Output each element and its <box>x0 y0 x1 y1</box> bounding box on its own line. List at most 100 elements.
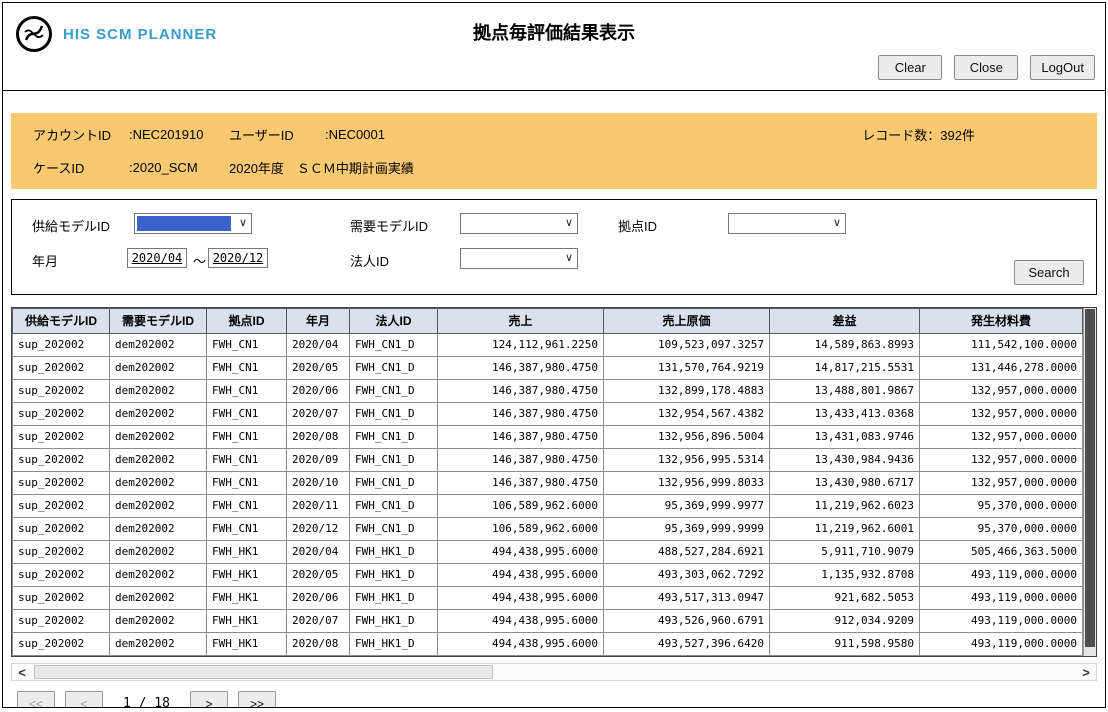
table-cell: 132,957,000.0000 <box>920 472 1083 495</box>
table-cell: 505,466,363.5000 <box>920 541 1083 564</box>
vertical-scrollbar-thumb[interactable] <box>1085 309 1095 647</box>
yearmonth-from-input[interactable] <box>127 248 187 268</box>
selected-option-highlight <box>137 216 231 231</box>
chevron-down-icon: ∨ <box>565 251 573 266</box>
table-cell: 493,119,000.0000 <box>920 633 1083 656</box>
site-id-select[interactable]: ∨ <box>728 213 846 234</box>
table-cell: FWH_CN1 <box>207 449 287 472</box>
close-button[interactable]: Close <box>954 55 1018 80</box>
table-cell: 493,517,313.0947 <box>604 587 770 610</box>
table-cell: FWH_HK1 <box>207 633 287 656</box>
supply-model-select[interactable]: ∨ <box>134 213 252 234</box>
table-cell: 494,438,995.6000 <box>438 610 604 633</box>
demand-model-select[interactable]: ∨ <box>460 213 578 234</box>
table-cell: 106,589,962.6000 <box>438 518 604 541</box>
table-row: sup_202002dem202002FWH_CN12020/04FWH_CN1… <box>13 334 1083 357</box>
first-page-button[interactable]: << <box>17 691 55 708</box>
table-row: sup_202002dem202002FWH_CN12020/08FWH_CN1… <box>13 426 1083 449</box>
column-header: 年月 <box>287 309 350 334</box>
table-cell: 132,956,896.5004 <box>604 426 770 449</box>
case-id-value: :2020_SCM <box>129 160 229 175</box>
table-cell: FWH_CN1 <box>207 403 287 426</box>
horizontal-scrollbar-thumb[interactable] <box>34 665 493 679</box>
table-cell: 132,899,178.4883 <box>604 380 770 403</box>
table-cell: 494,438,995.6000 <box>438 587 604 610</box>
table-cell: 2020/09 <box>287 449 350 472</box>
table-cell: dem202002 <box>110 633 207 656</box>
table-cell: 13,430,984.9436 <box>770 449 920 472</box>
column-header: 需要モデルID <box>110 309 207 334</box>
header: HIS SCM PLANNER 拠点毎評価結果表示 Clear Close Lo… <box>3 3 1105 91</box>
results-table: 供給モデルID需要モデルID拠点ID年月法人ID売上売上原価差益発生材料費 su… <box>12 308 1083 656</box>
table-cell: 95,369,999.9999 <box>604 518 770 541</box>
table-cell: 493,303,062.7292 <box>604 564 770 587</box>
page-title: 拠点毎評価結果表示 <box>3 19 1105 45</box>
table-cell: 911,598.9580 <box>770 633 920 656</box>
table-cell: FWH_CN1_D <box>350 518 438 541</box>
table-cell: sup_202002 <box>13 495 110 518</box>
table-cell: 493,119,000.0000 <box>920 587 1083 610</box>
table-cell: FWH_HK1 <box>207 610 287 633</box>
table-cell: 146,387,980.4750 <box>438 357 604 380</box>
table-cell: sup_202002 <box>13 541 110 564</box>
horizontal-scrollbar-track[interactable] <box>32 664 1076 680</box>
table-cell: FWH_CN1 <box>207 518 287 541</box>
yearmonth-to-input[interactable] <box>208 248 268 268</box>
table-cell: 2020/04 <box>287 334 350 357</box>
table-cell: 2020/04 <box>287 541 350 564</box>
table-cell: 2020/07 <box>287 403 350 426</box>
scroll-left-icon[interactable]: < <box>12 665 32 680</box>
table-cell: 131,446,278.0000 <box>920 357 1083 380</box>
table-cell: 2020/10 <box>287 472 350 495</box>
table-cell: 109,523,097.3257 <box>604 334 770 357</box>
yearmonth-separator: ～ <box>193 251 206 270</box>
table-cell: 14,817,215.5531 <box>770 357 920 380</box>
table-cell: dem202002 <box>110 472 207 495</box>
table-cell: 132,957,000.0000 <box>920 449 1083 472</box>
account-id-value: :NEC201910 <box>129 127 229 142</box>
table-cell: 146,387,980.4750 <box>438 380 604 403</box>
record-count: レコード数：392件 <box>862 125 975 144</box>
header-buttons: Clear Close LogOut <box>878 55 1095 80</box>
chevron-down-icon: ∨ <box>239 216 247 231</box>
table-cell: FWH_HK1 <box>207 587 287 610</box>
table-row: sup_202002dem202002FWH_HK12020/06FWH_HK1… <box>13 587 1083 610</box>
table-cell: 111,542,100.0000 <box>920 334 1083 357</box>
table-horizontal-scrollbar[interactable]: < > <box>11 663 1097 681</box>
table-cell: FWH_CN1 <box>207 495 287 518</box>
table-cell: 132,957,000.0000 <box>920 403 1083 426</box>
table-body: sup_202002dem202002FWH_CN12020/04FWH_CN1… <box>13 334 1083 656</box>
table-cell: FWH_CN1 <box>207 426 287 449</box>
table-row: sup_202002dem202002FWH_CN12020/11FWH_CN1… <box>13 495 1083 518</box>
filter-panel: 供給モデルID ∨ 需要モデルID ∨ 拠点ID ∨ 年月 ～ 法人ID ∨ S… <box>11 199 1097 295</box>
corporation-id-select[interactable]: ∨ <box>460 248 578 269</box>
last-page-button[interactable]: >> <box>238 691 276 708</box>
table-cell: 132,957,000.0000 <box>920 426 1083 449</box>
pagination: << < 1 / 18 > >> <box>11 691 1097 708</box>
column-header: 差益 <box>770 309 920 334</box>
table-cell: 132,954,567.4382 <box>604 403 770 426</box>
logout-button[interactable]: LogOut <box>1030 55 1095 80</box>
table-cell: dem202002 <box>110 449 207 472</box>
next-page-button[interactable]: > <box>190 691 228 708</box>
table-cell: FWH_CN1_D <box>350 449 438 472</box>
info-row-2: ケースID :2020_SCM 2020年度 ＳＣＭ中期計画実績 <box>33 158 1075 177</box>
table-cell: FWH_HK1_D <box>350 564 438 587</box>
scroll-right-icon[interactable]: > <box>1076 665 1096 680</box>
table-row: sup_202002dem202002FWH_CN12020/05FWH_CN1… <box>13 357 1083 380</box>
clear-button[interactable]: Clear <box>878 55 942 80</box>
table-cell: FWH_HK1 <box>207 564 287 587</box>
table-cell: FWH_HK1_D <box>350 610 438 633</box>
search-button[interactable]: Search <box>1014 260 1084 285</box>
table-row: sup_202002dem202002FWH_CN12020/09FWH_CN1… <box>13 449 1083 472</box>
table-cell: 494,438,995.6000 <box>438 564 604 587</box>
site-id-label: 拠点ID <box>618 216 657 235</box>
case-id-label: ケースID <box>33 158 129 177</box>
table-vertical-scrollbar[interactable] <box>1083 308 1096 656</box>
table-cell: 146,387,980.4750 <box>438 472 604 495</box>
prev-page-button[interactable]: < <box>65 691 103 708</box>
table-row: sup_202002dem202002FWH_CN12020/07FWH_CN1… <box>13 403 1083 426</box>
table-cell: FWH_HK1_D <box>350 541 438 564</box>
table-row: sup_202002dem202002FWH_HK12020/04FWH_HK1… <box>13 541 1083 564</box>
column-header: 発生材料費 <box>920 309 1083 334</box>
